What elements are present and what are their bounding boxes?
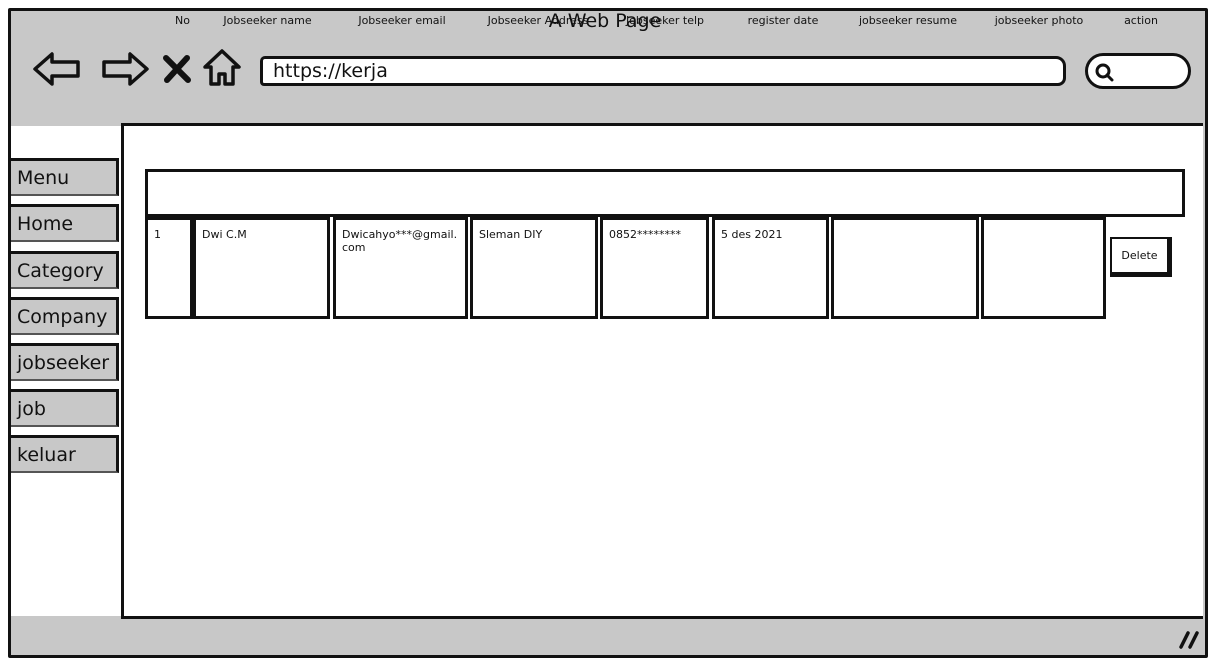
status-bar (11, 619, 1205, 655)
home-icon[interactable] (202, 48, 242, 88)
sidebar-item-label: jobseeker (17, 352, 110, 374)
search-box[interactable] (1085, 53, 1191, 89)
sidebar-item-company[interactable]: Company (11, 297, 119, 335)
table-cell-photo (981, 217, 1106, 319)
sidebar-item-menu[interactable]: Menu (11, 158, 119, 196)
column-header-date: register date (747, 14, 819, 27)
table-cell-resume (831, 217, 979, 319)
forward-arrow-icon[interactable] (100, 50, 150, 88)
back-arrow-icon[interactable] (32, 50, 82, 88)
column-header-photo: jobseeker photo (994, 14, 1084, 27)
table-cell-telp: 0852******** (600, 217, 709, 319)
column-header-name: Jobseeker name (223, 14, 312, 27)
sidebar-item-home[interactable]: Home (11, 204, 119, 242)
table-header (145, 169, 1185, 217)
table-cell-date: 5 des 2021 (712, 217, 829, 319)
cell-text: Sleman DIY (479, 228, 543, 241)
sidebar-item-label: Home (17, 213, 74, 235)
column-header-email: Jobseeker email (358, 14, 446, 27)
close-icon[interactable] (162, 55, 192, 83)
column-header-telp: Jobseeker telp (625, 14, 705, 27)
sidebar-item-keluar[interactable]: keluar (11, 435, 119, 473)
url-input[interactable]: https://kerja (260, 56, 1066, 86)
table-cell-address: Sleman DIY (470, 217, 598, 319)
table-cell-no: 1 (145, 217, 193, 319)
sidebar-item-label: Company (17, 306, 108, 328)
cell-text: Dwicahyo***@gmail.com (342, 228, 458, 254)
cell-text: Dwi C.M (202, 228, 247, 241)
sidebar-item-jobseeker[interactable]: jobseeker (11, 343, 119, 381)
table-cell-name: Dwi C.M (193, 217, 330, 319)
search-icon (1095, 63, 1114, 82)
column-header-no: No (175, 14, 190, 27)
sidebar-item-label: keluar (17, 444, 76, 466)
sidebar-item-category[interactable]: Category (11, 251, 119, 289)
sidebar-item-label: job (17, 398, 46, 420)
sidebar-item-job[interactable]: job (11, 389, 119, 427)
cell-text: 5 des 2021 (721, 228, 783, 241)
cell-text: 1 (154, 228, 161, 241)
column-header-address: Jobseeker Address (487, 14, 589, 27)
resize-grip-icon[interactable] (1178, 630, 1200, 650)
table-cell-email: Dwicahyo***@gmail.com (333, 217, 468, 319)
sidebar-item-label: Menu (17, 167, 70, 189)
url-text: https://kerja (273, 60, 388, 82)
sidebar-item-label: Category (17, 260, 104, 282)
cell-text: 0852******** (609, 228, 681, 241)
column-header-resume: jobseeker resume (858, 14, 958, 27)
column-header-action: action (1124, 14, 1158, 27)
delete-button[interactable]: Delete (1110, 237, 1172, 277)
